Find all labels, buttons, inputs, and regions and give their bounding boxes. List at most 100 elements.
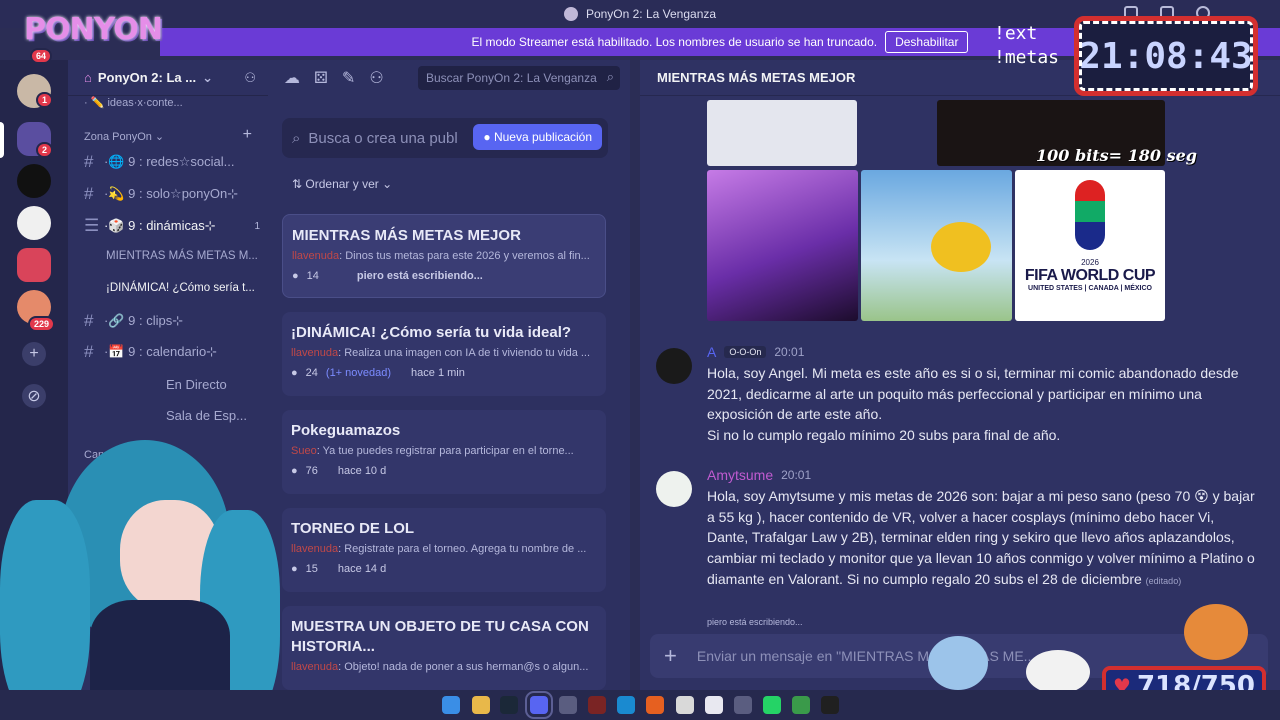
attachment-image[interactable] [861,170,1012,321]
channel-calendario[interactable]: # ·📅 9 : calendario⊹ [76,339,260,365]
edge-icon[interactable] [617,696,635,714]
server-badge-2: 2 [36,142,54,158]
post-search-input[interactable]: ⌕ Busca o crea una publ ● Nueva publicac… [282,118,608,158]
sort-dropdown[interactable]: ⇅ Ordenar y ver ⌄ [292,177,392,191]
channel-clips[interactable]: # ·🔗 9 : clips⊹ [76,308,260,334]
server-icon-ovo[interactable] [17,164,51,198]
message-time: 20:01 [781,468,812,482]
server-icon-3[interactable] [17,206,51,240]
server-icon [563,7,578,21]
forum-post[interactable]: MIENTRAS MÁS METAS MEJOR llavenuda: Dino… [282,214,606,298]
start-icon[interactable] [442,696,460,714]
steam-icon[interactable] [500,696,518,714]
server-badge-3: 229 [28,316,56,332]
add-channel-icon[interactable]: + [243,126,252,144]
whatsapp-icon[interactable] [763,696,781,714]
attachment-image[interactable] [707,170,858,321]
active-server-indicator [0,122,4,158]
forum-post[interactable]: TORNEO DE LOL llavenuda: Registrate para… [282,508,606,592]
banner-message: El modo Streamer está habilitado. Los no… [471,35,878,49]
forum-icon: ☰ [84,216,100,235]
typing-indicator: piero está escribiendo... [707,617,803,627]
home-icon: ⌂ [84,70,92,85]
message-text: Hola, soy Angel. Mi meta es este año es … [707,365,1239,423]
members-icon[interactable]: ⚇ [369,68,383,88]
hash-icon: # [84,152,94,171]
app-icon[interactable] [676,696,694,714]
edited-label: (editado) [1145,575,1182,586]
chevron-down-icon: ⌄ [202,69,214,85]
reply-icon: ● [291,367,298,379]
avatar[interactable] [656,471,692,507]
file-explorer-icon[interactable] [472,696,490,714]
message: Amytsume 20:01 Hola, soy Amytsume y mis … [656,467,1256,592]
sort-icon: ⇅ [292,177,303,191]
message-author[interactable]: Amytsume [707,467,773,483]
thread-metas[interactable]: MIENTRAS MÁS METAS M... [106,250,258,262]
server-tag: O-O-On [724,346,767,358]
attachment-image-fifa[interactable]: 2026 FIFA WORLD CUP UNITED STATES | CANA… [1015,170,1165,321]
forum-post[interactable]: MUESTRA UN OBJETO DE TU CASA CON HISTORI… [282,606,606,690]
message-time: 20:01 [774,345,805,359]
hash-icon: # [84,184,94,203]
search-icon: ⌕ [606,69,614,84]
message: A O-O-On 20:01 Hola, soy Angel. Mi meta … [656,344,1256,446]
app-icon[interactable] [734,696,752,714]
trophy-logo [1075,180,1105,250]
category-zona-ponyon[interactable]: Zona PonyOn ⌄ [84,130,164,143]
channel-partial[interactable]: · ✏️ ideas·x·conte... [76,94,260,110]
message-text: Si no lo cumplo regalo mínimo 20 subs pa… [707,427,1061,444]
windows-taskbar [0,690,1280,720]
firefox-icon[interactable] [646,696,664,714]
search-icon: ⌕ [292,129,301,147]
attachment-image[interactable] [707,100,857,166]
squirrel-sticker [1184,604,1248,660]
channel-redes[interactable]: # ·🌐 9 : redes☆social... [76,149,260,175]
add-server-icon[interactable]: + [22,342,46,366]
stream-timer: 21:08:43 [1074,16,1258,96]
window-title: PonyOn 2: La Venganza [585,7,717,21]
threads-icon[interactable]: ☁ [284,68,300,88]
cat-sticker [1026,650,1090,694]
hash-icon: # [84,311,94,330]
bits-note: 100 bits= 180 seg [1036,146,1197,165]
reply-icon: ● [291,465,298,477]
mentions-badge: 64 [30,48,53,64]
avatar[interactable] [656,348,692,384]
add-attachment-icon[interactable]: + [664,643,677,669]
server-badge-1: 1 [36,92,54,108]
dice-icon[interactable]: ⚄ [314,68,328,88]
chatgpt-icon[interactable] [559,696,577,714]
vtuber-avatar [0,380,290,720]
stream-commands: !ext !metas [994,23,1060,68]
message-author[interactable]: A [707,344,716,360]
forum-post[interactable]: Pokeguamazos Sueo: Ya tue puedes registr… [282,410,606,494]
forum-post[interactable]: ¡DINÁMICA! ¿Cómo sería tu vida ideal? ll… [282,312,606,396]
thread-title: MIENTRAS MÁS METAS MEJOR [657,70,856,85]
hash-icon: # [84,342,94,361]
channel-solo-ponyon[interactable]: # ·💫 9 : solo☆ponyOn⊹ [76,181,260,207]
forum-panel: ☁ ⚄ ✎ ⚇ Buscar PonyOn 2: La Venganza ⌕ ⌕… [268,60,630,690]
chat-icon: ● [483,130,491,144]
channel-dinamicas[interactable]: ☰ ·🎲 9 : dinámicas⊹ 1 [76,213,260,239]
message-text: Hola, soy Amytsume y mis metas de 2026 s… [707,488,1255,587]
thread-dinamica[interactable]: ¡DINÁMICA! ¿Cómo sería t... [106,282,255,294]
invite-icon[interactable]: ⚇ [244,70,256,86]
app-icon[interactable] [588,696,606,714]
discord-icon[interactable] [525,691,553,719]
disable-streamer-button[interactable]: Deshabilitar [885,31,969,53]
reply-icon: ● [292,270,299,282]
reply-icon: ● [291,563,298,575]
mute-icon[interactable]: ✎ [342,68,355,88]
obs-icon[interactable] [821,696,839,714]
cartoon-figure [931,222,991,272]
vs-icon[interactable] [705,696,723,714]
server-name: PonyOn 2: La ... [97,70,197,85]
server-search-input[interactable]: Buscar PonyOn 2: La Venganza ⌕ [418,66,620,90]
ponyon-logo: PONYON [24,12,163,47]
chevron-down-icon: ⌄ [382,177,393,191]
server-header[interactable]: ⌂ PonyOn 2: La ... ⌄ ⚇ [68,60,268,96]
server-icon-4[interactable] [17,248,51,282]
new-post-button[interactable]: ● Nueva publicación [473,124,602,150]
app-icon[interactable] [792,696,810,714]
